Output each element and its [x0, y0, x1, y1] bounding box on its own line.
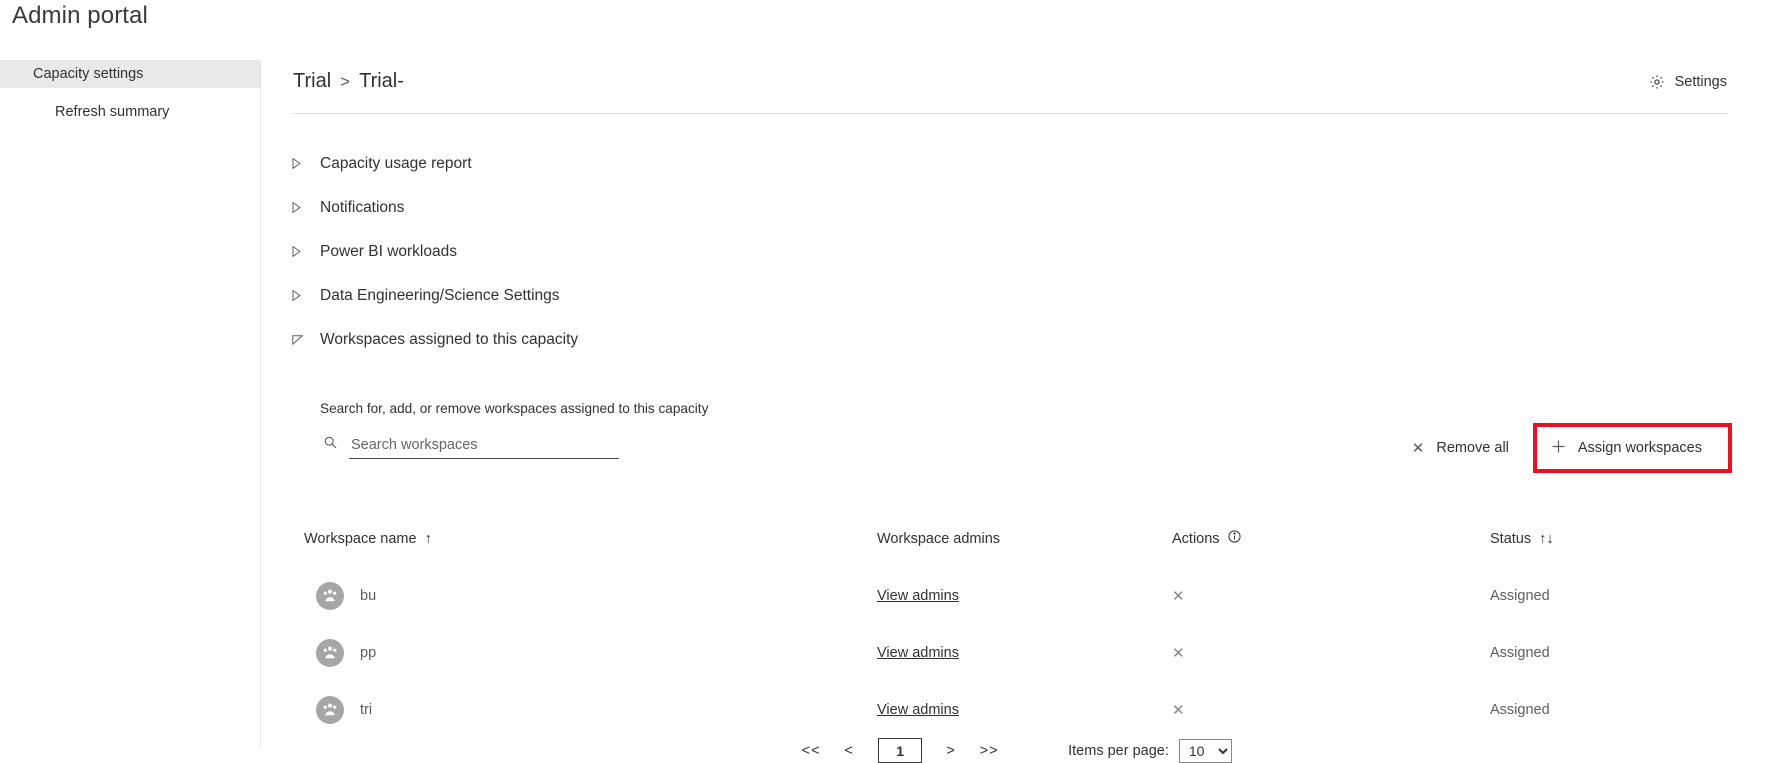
workspace-group-icon: [316, 581, 344, 610]
remove-workspace-icon[interactable]: ✕: [1172, 587, 1185, 605]
workspaces-description: Search for, add, or remove workspaces as…: [320, 401, 709, 416]
section-notifications[interactable]: Notifications: [292, 196, 1732, 219]
remove-all-label: Remove all: [1436, 440, 1509, 456]
workspaces-panel: Search for, add, or remove workspaces as…: [292, 401, 1732, 480]
sidebar-item-refresh-summary[interactable]: Refresh summary: [0, 98, 260, 126]
gear-icon: [1649, 74, 1665, 90]
sidebar-item-label: Refresh summary: [55, 104, 170, 120]
column-header-workspace-name[interactable]: Workspace name ↑: [292, 530, 877, 567]
cell-actions: ✕: [1172, 624, 1490, 681]
main-content: Trial > Trial- Settings Capacity usage r…: [261, 60, 1767, 763]
workspace-name-text: tri: [360, 701, 373, 718]
assign-workspaces-highlight: Assign workspaces: [1532, 423, 1732, 473]
search-container: [324, 436, 619, 459]
sidebar-item-label: Capacity settings: [33, 66, 144, 82]
close-x-icon: ✕: [1411, 439, 1425, 457]
pagination-prev-button[interactable]: <: [830, 743, 868, 759]
cell-workspace-admins: View admins: [877, 567, 1172, 624]
workspace-name-text: pp: [360, 644, 377, 661]
search-icon: [324, 436, 337, 459]
pagination-first-button[interactable]: <<: [792, 743, 830, 759]
status-badge: Assigned: [1490, 701, 1550, 718]
status-badge: Assigned: [1490, 644, 1550, 661]
workspaces-toolbar: ✕ Remove all Assign workspaces: [292, 423, 1732, 480]
section-label: Power BI workloads: [320, 242, 457, 260]
pagination-next-button[interactable]: >: [932, 743, 970, 759]
table-header: Workspace name ↑ Workspace admins Action…: [292, 530, 1732, 567]
column-label: Workspace name: [304, 531, 417, 547]
assign-workspaces-button[interactable]: Assign workspaces: [1550, 439, 1702, 457]
remove-all-button[interactable]: ✕ Remove all: [1405, 430, 1515, 466]
cell-workspace-admins: View admins: [877, 681, 1172, 738]
cell-status: Assigned: [1490, 681, 1732, 738]
breadcrumb-item-current[interactable]: Trial-: [359, 70, 404, 93]
cell-status: Assigned: [1490, 567, 1732, 624]
workspaces-table: Workspace name ↑ Workspace admins Action…: [292, 530, 1732, 738]
cell-workspace-name: pp: [292, 624, 877, 681]
remove-workspace-icon[interactable]: ✕: [1172, 644, 1185, 662]
table-header-row: Workspace name ↑ Workspace admins Action…: [292, 530, 1732, 567]
search-input[interactable]: [349, 437, 619, 459]
section-data-engineering-science-settings[interactable]: Data Engineering/Science Settings: [292, 284, 1732, 307]
items-per-page-select[interactable]: 102050100: [1178, 738, 1232, 763]
cell-status: Assigned: [1490, 624, 1732, 681]
section-label: Data Engineering/Science Settings: [320, 286, 560, 304]
view-admins-link[interactable]: View admins: [877, 588, 959, 604]
workspace-name-text: bu: [360, 587, 377, 604]
section-label: Workspaces assigned to this capacity: [320, 330, 579, 348]
column-label: Workspace admins: [877, 531, 1001, 547]
toolbar-actions: ✕ Remove all Assign workspaces: [1405, 423, 1732, 473]
column-header-workspace-admins: Workspace admins: [877, 530, 1172, 567]
section-capacity-usage-report[interactable]: Capacity usage report: [292, 152, 1732, 175]
sidebar: Capacity settings Refresh summary: [0, 60, 261, 746]
sort-toggle-icon: ↑↓: [1539, 531, 1554, 547]
pagination-last-button[interactable]: >>: [970, 743, 1008, 759]
plus-icon: [1551, 439, 1566, 457]
cell-actions: ✕: [1172, 567, 1490, 624]
table-row: tri View admins ✕ Assigned: [292, 681, 1732, 738]
workspace-group-icon: [316, 695, 344, 724]
section-label: Notifications: [320, 198, 405, 216]
breadcrumb-separator-icon: >: [340, 71, 351, 91]
cell-actions: ✕: [1172, 681, 1490, 738]
settings-label: Settings: [1674, 74, 1727, 90]
breadcrumb: Trial > Trial-: [293, 70, 404, 93]
column-header-actions: Actions: [1172, 530, 1490, 567]
view-admins-link[interactable]: View admins: [877, 645, 959, 661]
column-header-status[interactable]: Status ↑↓: [1490, 530, 1732, 567]
column-label: Status: [1490, 531, 1532, 547]
chevron-right-triangle-icon: [292, 290, 308, 301]
table-row: bu View admins ✕ Assigned: [292, 567, 1732, 624]
info-circle-icon[interactable]: [1227, 530, 1241, 547]
items-per-page-label: Items per page:: [1068, 742, 1169, 759]
pagination-current-page[interactable]: 1: [878, 738, 923, 763]
workspace-group-icon: [316, 638, 344, 667]
chevron-down-triangle-icon: [292, 334, 308, 345]
section-label: Capacity usage report: [320, 154, 472, 172]
header-divider: [292, 113, 1728, 114]
section-power-bi-workloads[interactable]: Power BI workloads: [292, 240, 1732, 263]
settings-sections: Capacity usage report Notifications Powe…: [292, 152, 1732, 372]
remove-workspace-icon[interactable]: ✕: [1172, 701, 1185, 719]
breadcrumb-item-trial[interactable]: Trial: [293, 70, 331, 93]
chevron-right-triangle-icon: [292, 202, 308, 213]
column-label: Actions: [1172, 530, 1220, 547]
table-body: bu View admins ✕ Assigned pp View admins…: [292, 567, 1732, 738]
cell-workspace-admins: View admins: [877, 624, 1172, 681]
page-title: Admin portal: [12, 2, 148, 29]
settings-button[interactable]: Settings: [1649, 74, 1727, 90]
view-admins-link[interactable]: View admins: [877, 702, 959, 718]
cell-workspace-name: tri: [292, 681, 877, 738]
sort-ascending-icon: ↑: [424, 531, 432, 547]
assign-workspaces-label: Assign workspaces: [1577, 440, 1702, 456]
chevron-right-triangle-icon: [292, 246, 308, 257]
pagination: << < 1 > >> Items per page: 102050100: [292, 738, 1732, 763]
section-workspaces-assigned[interactable]: Workspaces assigned to this capacity: [292, 328, 1732, 351]
cell-workspace-name: bu: [292, 567, 877, 624]
status-badge: Assigned: [1490, 587, 1550, 604]
chevron-right-triangle-icon: [292, 158, 308, 169]
table-row: pp View admins ✕ Assigned: [292, 624, 1732, 681]
sidebar-item-capacity-settings[interactable]: Capacity settings: [0, 60, 260, 88]
